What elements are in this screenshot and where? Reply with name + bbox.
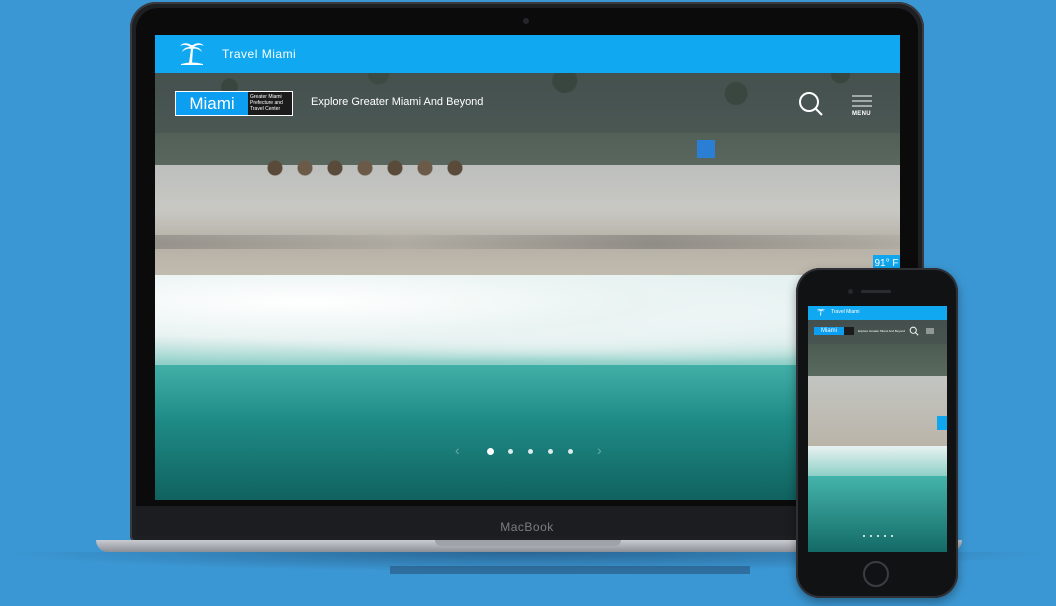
hero-surf [155, 275, 900, 365]
palm-tree-icon[interactable] [816, 308, 826, 317]
logo-word: Miami [176, 92, 248, 115]
search-icon[interactable] [798, 91, 824, 117]
carousel-dot[interactable] [508, 449, 513, 454]
carousel-dot[interactable] [877, 535, 879, 537]
palm-tree-icon[interactable] [177, 41, 207, 67]
phone-navbar: Miami Explore Greater Miami And Beyond [808, 320, 947, 344]
carousel-dot[interactable] [548, 449, 553, 454]
phone-tagline: Explore Greater Miami And Beyond [858, 329, 906, 333]
phone-weather-badge[interactable] [937, 416, 947, 430]
phone-speaker [861, 290, 891, 293]
hamburger-menu-icon[interactable] [852, 95, 872, 107]
site-tagline: Explore Greater Miami And Beyond [311, 96, 484, 108]
laptop-screen: Travel Miami Miami Greater Miami Prefect… [155, 35, 900, 500]
phone-logo-subtitle [844, 327, 854, 335]
carousel-dot[interactable] [568, 449, 573, 454]
hamburger-menu-icon[interactable] [926, 328, 934, 334]
hero-seaweed-line [155, 235, 900, 249]
phone-topbar: Travel Miami [808, 306, 947, 320]
phone-logo[interactable]: Miami [814, 327, 844, 335]
laptop-camera [523, 18, 529, 24]
site-navbar: Miami Greater Miami Prefecture and Trave… [155, 73, 900, 133]
phone-topbar-title[interactable]: Travel Miami [831, 309, 859, 315]
carousel-dot[interactable] [487, 448, 494, 455]
carousel-dot[interactable] [863, 535, 865, 537]
hero-water [155, 355, 900, 500]
hero-umbrellas [265, 153, 525, 183]
search-icon[interactable] [909, 326, 919, 336]
site-logo[interactable]: Miami Greater Miami Prefecture and Trave… [175, 91, 293, 116]
phone-hero-surf [808, 446, 947, 476]
carousel-dot[interactable] [528, 449, 533, 454]
topbar-title[interactable]: Travel Miami [222, 47, 296, 61]
menu-label[interactable]: MENU [852, 111, 871, 117]
logo-subtitle: Greater Miami Prefecture and Travel Cent… [248, 92, 292, 115]
carousel-dot[interactable] [891, 535, 893, 537]
carousel-dot[interactable] [884, 535, 886, 537]
hero-blue-tent [697, 140, 715, 158]
phone-home-button[interactable] [863, 561, 889, 587]
carousel-dot[interactable] [870, 535, 872, 537]
phone-screen: Travel Miami Miami Explore Greater Miami… [808, 306, 947, 552]
chevron-right-icon[interactable]: › [597, 442, 602, 458]
phone-hero-water [808, 476, 947, 552]
phone-camera [848, 289, 853, 294]
site-topbar: Travel Miami [155, 35, 900, 73]
laptop-shadow-strip [390, 566, 750, 574]
carousel-dots: ‹ › [445, 442, 605, 459]
phone-carousel-dots [861, 534, 895, 538]
chevron-left-icon[interactable]: ‹ [455, 442, 460, 458]
laptop-base-notch [435, 540, 621, 546]
phone-hero-sand [808, 376, 947, 446]
